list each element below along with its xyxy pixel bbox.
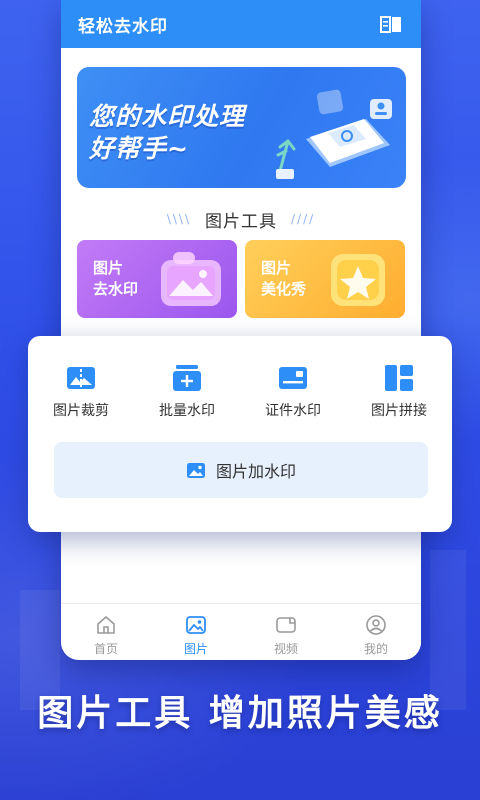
tab-label: 图片 xyxy=(183,642,208,656)
tab-label: 视频 xyxy=(273,642,298,656)
app-bar: 轻松去水印 xyxy=(61,0,421,48)
beautify-image-card[interactable]: 图片 美化秀 xyxy=(245,240,405,318)
home-icon xyxy=(97,616,115,634)
crop-image-icon xyxy=(67,364,95,392)
image-tools-panel: 图片裁剪 批量水印 证件水印 图片拼接 图片加水印 xyxy=(28,336,452,532)
add-watermark-button[interactable]: 图片加水印 xyxy=(54,442,428,498)
decorative-slashes: \\\\ xyxy=(166,212,191,226)
tab-label: 首页 xyxy=(93,642,118,656)
tab-profile[interactable]: 我的 xyxy=(331,604,421,660)
batch-watermark-icon xyxy=(173,365,201,391)
image-collage-icon xyxy=(385,365,413,391)
tool-grid: 图片裁剪 批量水印 证件水印 图片拼接 xyxy=(28,364,452,424)
phone-screen: 轻松去水印 您的水印处理 好帮手~ \\\\ 图片工具 //// 图片 去水印 … xyxy=(61,0,421,660)
banner-headline: 您的水印处理 xyxy=(89,102,246,131)
image-icon xyxy=(186,616,206,634)
tab-label: 我的 xyxy=(363,642,388,656)
video-icon xyxy=(276,617,296,633)
id-card-watermark-icon xyxy=(279,367,307,389)
card-label: 图片 去水印 xyxy=(93,259,139,298)
image-icon xyxy=(161,252,221,306)
promo-banner[interactable]: 您的水印处理 好帮手~ xyxy=(77,67,406,188)
tool-label: 批量水印 xyxy=(159,403,215,419)
section-header: \\\\ 图片工具 //// xyxy=(61,206,421,232)
promo-slogan: 图片工具 增加照片美感 xyxy=(37,693,443,734)
tool-label: 证件水印 xyxy=(265,403,321,419)
decorative-slashes: //// xyxy=(291,212,316,226)
star-icon xyxy=(331,254,385,306)
card-label: 图片 美化秀 xyxy=(261,259,307,298)
app-title: 轻松去水印 xyxy=(78,16,168,37)
remove-watermark-card[interactable]: 图片 去水印 xyxy=(77,240,237,318)
id-card-watermark-button[interactable]: 证件水印 xyxy=(240,364,346,424)
image-collage-button[interactable]: 图片拼接 xyxy=(346,364,452,424)
phone-illustration-icon xyxy=(276,89,392,179)
section-title: 图片工具 xyxy=(205,211,277,232)
tab-videos[interactable]: 视频 xyxy=(241,604,331,660)
bottom-tab-bar: 首页 图片 视频 我的 xyxy=(61,603,421,660)
tool-label: 图片裁剪 xyxy=(53,403,109,419)
add-watermark-label: 图片加水印 xyxy=(215,462,296,481)
tab-images[interactable]: 图片 xyxy=(151,604,241,660)
batch-watermark-button[interactable]: 批量水印 xyxy=(134,364,240,424)
tool-label: 图片拼接 xyxy=(371,403,427,419)
profile-icon xyxy=(366,615,386,635)
tab-home[interactable]: 首页 xyxy=(61,604,151,660)
add-image-icon xyxy=(186,462,205,478)
book-icon[interactable] xyxy=(379,13,403,35)
crop-image-button[interactable]: 图片裁剪 xyxy=(28,364,134,424)
banner-subheadline: 好帮手~ xyxy=(89,134,189,163)
